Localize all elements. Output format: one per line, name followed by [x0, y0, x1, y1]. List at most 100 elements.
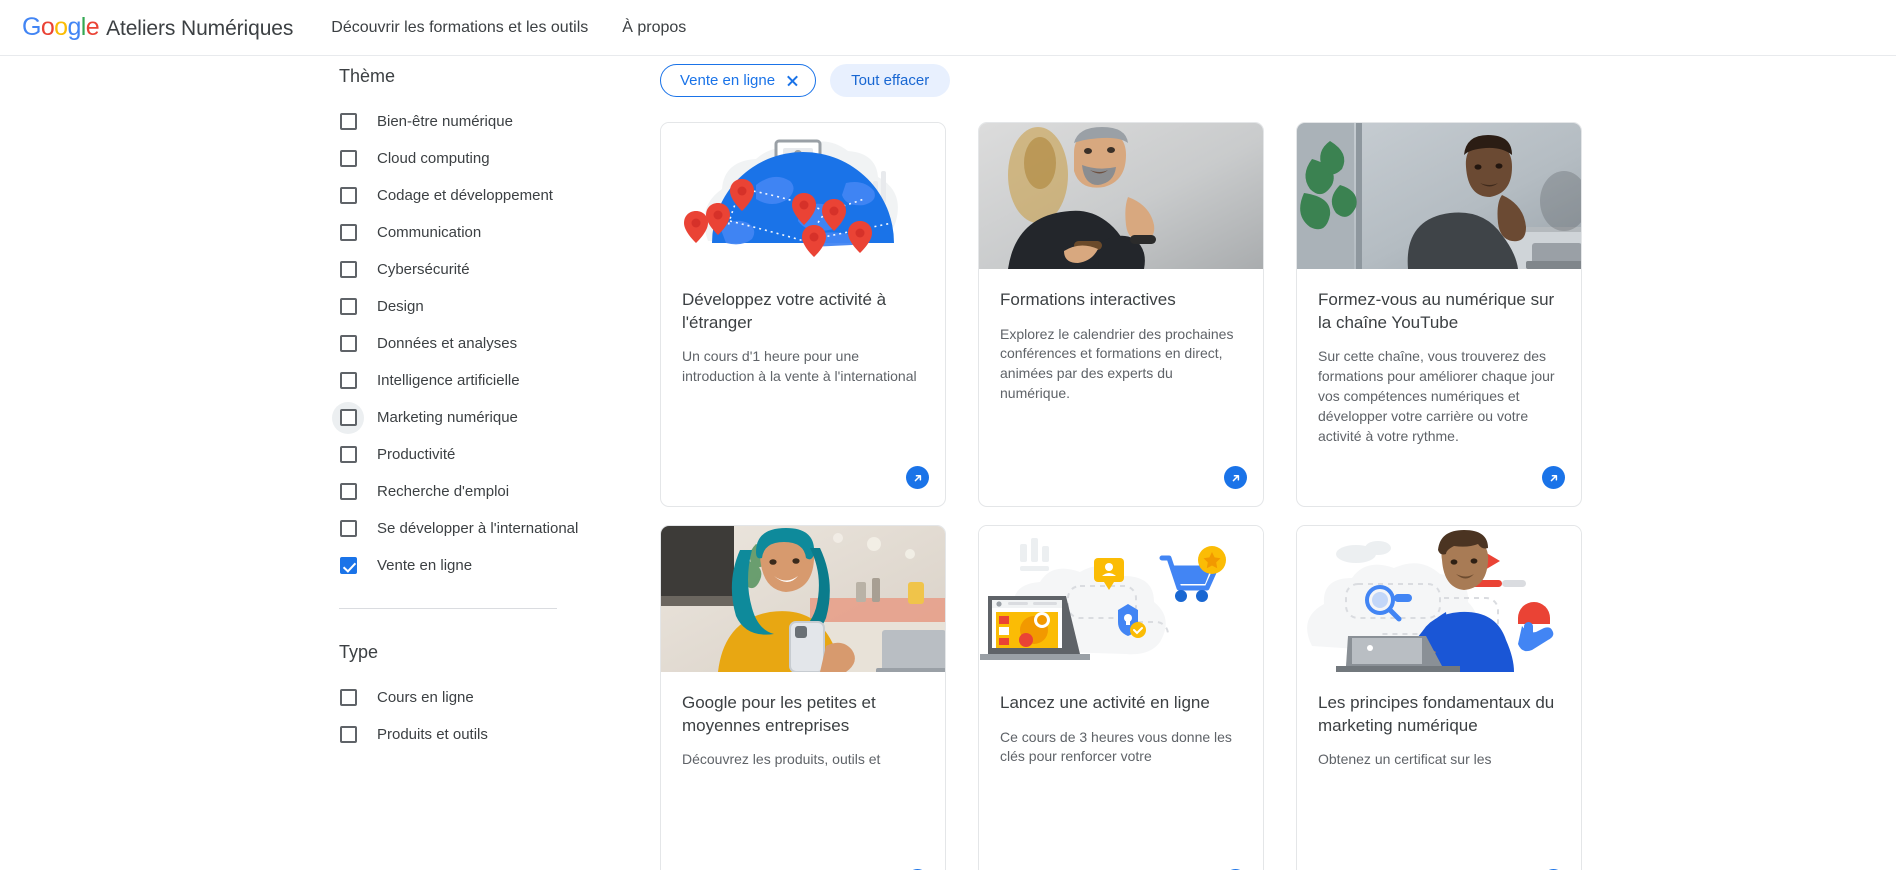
photo-woman-phone [661, 526, 945, 672]
checkbox-hit-area[interactable] [332, 719, 364, 751]
card-title: Développez votre activité à l'étranger [682, 290, 887, 332]
illustration-cart-laptop [979, 526, 1263, 672]
checkbox-hit-area[interactable] [332, 291, 364, 323]
filter-item-label: Productivité [377, 446, 456, 463]
checkbox-hit-area[interactable] [332, 439, 364, 471]
checkbox-checked-icon[interactable] [339, 557, 357, 574]
checkbox-hit-area[interactable] [332, 254, 364, 286]
checkbox-unchecked-icon[interactable] [339, 372, 357, 389]
filter-item-label: Codage et développement [377, 187, 553, 204]
nav-item-decouvrir[interactable]: Découvrir les formations et les outils [331, 19, 588, 37]
checkbox-hit-area[interactable] [332, 328, 364, 360]
filter-item[interactable]: Produits et outils [339, 716, 660, 753]
filter-item-label: Cloud computing [377, 150, 490, 167]
result-card[interactable]: Google pour les petites et moyennes entr… [660, 525, 946, 870]
card-body: Lancez une activité en ligne Ce cours de … [979, 672, 1263, 870]
checkbox-unchecked-icon[interactable] [339, 409, 357, 426]
illustration-man-laptop-video [1297, 526, 1581, 672]
result-card[interactable]: Lancez une activité en ligne Ce cours de … [978, 525, 1264, 870]
checkbox-unchecked-icon[interactable] [339, 483, 357, 500]
checkbox-hit-area[interactable] [332, 682, 364, 714]
filters-sidebar: Thème Bien-être numérique Cloud computing… [0, 56, 660, 870]
filter-item[interactable]: Recherche d'emploi [339, 473, 660, 510]
card-title: Les principes fondamentaux du marketing … [1318, 693, 1555, 735]
filter-item[interactable]: Données et analyses [339, 325, 660, 362]
checkbox-unchecked-icon[interactable] [339, 689, 357, 706]
nav-item-a-propos[interactable]: À propos [622, 19, 686, 37]
checkbox-hit-area[interactable] [332, 401, 364, 434]
result-card[interactable]: Formez-vous au numérique sur la chaîne Y… [1296, 122, 1582, 507]
main-nav: Découvrir les formations et les outils À… [331, 19, 686, 37]
card-title: Google pour les petites et moyennes entr… [682, 693, 876, 735]
checkbox-hit-area[interactable] [332, 365, 364, 397]
filter-item[interactable]: Intelligence artificielle [339, 362, 660, 399]
card-description: Obtenez un certificat sur les [1318, 751, 1492, 768]
result-card[interactable]: Les principes fondamentaux du marketing … [1296, 525, 1582, 870]
card-title: Formations interactives [1000, 290, 1176, 309]
active-filters-row: Vente en ligne Tout effacer [660, 64, 1856, 97]
checkbox-unchecked-icon[interactable] [339, 298, 357, 315]
filter-item-label: Cours en ligne [377, 689, 474, 706]
filter-item-label: Recherche d'emploi [377, 483, 510, 500]
filter-list-theme: Bien-être numérique Cloud computing Codage… [332, 103, 660, 584]
filter-item-label: Design [377, 298, 424, 315]
filter-group-title-type: Type [339, 642, 379, 662]
open-external-icon[interactable] [1542, 466, 1565, 489]
card-body: Google pour les petites et moyennes entr… [661, 672, 945, 870]
photo-man-speaking [979, 123, 1263, 269]
checkbox-hit-area[interactable] [332, 476, 364, 508]
filter-list-type: Cours en ligne Produits et outils [339, 679, 660, 753]
card-description: Découvrez les produits, outils et [682, 751, 881, 768]
result-card[interactable]: Formations interactives Explorez le calen… [978, 122, 1264, 507]
filter-item[interactable]: Cours en ligne [339, 679, 660, 716]
clear-all-button[interactable]: Tout effacer [830, 64, 951, 97]
checkbox-unchecked-icon[interactable] [339, 224, 357, 241]
card-description: Ce cours de 3 heures vous donne les clés… [1000, 728, 1232, 765]
filter-item[interactable]: Se développer à l'international [339, 510, 660, 547]
checkbox-hit-area[interactable] [332, 106, 364, 138]
checkbox-hit-area[interactable] [332, 180, 364, 212]
filter-item[interactable]: Codage et développement [339, 177, 660, 214]
photo-man-laptop [1297, 123, 1581, 269]
checkbox-unchecked-icon[interactable] [339, 446, 357, 463]
filter-item-label: Intelligence artificielle [377, 372, 520, 389]
illustration-globe-pins [661, 123, 945, 269]
filter-item[interactable]: Productivité [339, 436, 660, 473]
checkbox-hit-area[interactable] [332, 513, 364, 545]
active-filter-chip-label: Vente en ligne [680, 72, 776, 89]
filter-item[interactable]: Cloud computing [339, 140, 660, 177]
checkbox-unchecked-icon[interactable] [339, 520, 357, 537]
checkbox-unchecked-icon[interactable] [339, 150, 357, 167]
active-filter-chip-vente-en-ligne[interactable]: Vente en ligne [660, 64, 817, 97]
filter-item[interactable]: Cybersécurité [339, 251, 660, 288]
filter-item[interactable]: Communication [339, 214, 660, 251]
open-external-icon[interactable] [1224, 466, 1247, 489]
checkbox-unchecked-icon[interactable] [339, 187, 357, 204]
checkbox-hit-area[interactable] [332, 143, 364, 175]
filter-item-label: Bien-être numérique [377, 113, 513, 130]
brand-logo[interactable]: Google Ateliers Numériques [22, 12, 294, 41]
card-title: Formez-vous au numérique sur la chaîne Y… [1318, 290, 1555, 332]
filter-item-label: Données et analyses [377, 335, 518, 352]
result-card[interactable]: Développez votre activité à l'étranger Un… [660, 122, 946, 507]
checkbox-unchecked-icon[interactable] [339, 261, 357, 278]
card-body: Développez votre activité à l'étranger Un… [661, 269, 945, 506]
open-external-icon[interactable] [906, 466, 929, 489]
filter-item[interactable]: Marketing numérique [332, 399, 660, 436]
card-body: Formez-vous au numérique sur la chaîne Y… [1297, 269, 1581, 506]
checkbox-unchecked-icon[interactable] [339, 726, 357, 743]
filter-item-label: Produits et outils [377, 726, 488, 743]
filter-item-label: Marketing numérique [377, 409, 518, 426]
checkbox-hit-area[interactable] [332, 550, 364, 582]
checkbox-hit-area[interactable] [332, 217, 364, 249]
checkbox-unchecked-icon[interactable] [339, 113, 357, 130]
filter-item-label: Cybersécurité [377, 261, 470, 278]
filter-item[interactable]: Design [339, 288, 660, 325]
google-logo-icon: Google [22, 12, 100, 41]
filter-item[interactable]: Bien-être numérique [339, 103, 660, 140]
brand-name: Ateliers Numériques [106, 16, 294, 40]
filter-item-label: Communication [377, 224, 482, 241]
close-icon[interactable] [786, 74, 799, 87]
checkbox-unchecked-icon[interactable] [339, 335, 357, 352]
filter-item[interactable]: Vente en ligne [339, 547, 660, 584]
